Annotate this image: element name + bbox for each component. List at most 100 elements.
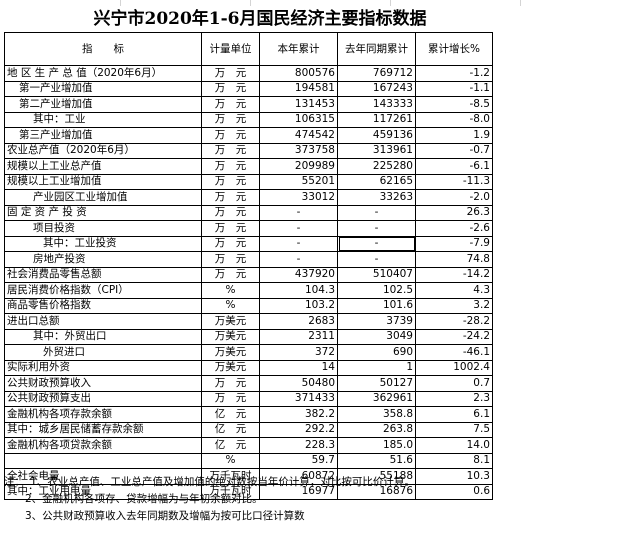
cell-last-year[interactable]: 1 [337,359,416,376]
cell-current[interactable]: 106315 [259,111,338,128]
cell-indicator[interactable]: 其中：工业 [4,111,202,128]
cell-unit[interactable]: 万 元 [201,220,260,237]
cell-indicator[interactable]: 农业总产值（2020年6月） [4,142,202,159]
cell-unit[interactable]: 万 元 [201,127,260,144]
cell-growth[interactable]: -28.2 [415,313,493,330]
cell-unit[interactable]: 亿 元 [201,437,260,454]
cell-last-year[interactable]: 185.0 [337,437,416,454]
cell-unit[interactable]: % [201,452,260,469]
cell-unit[interactable]: 亿 元 [201,421,260,438]
cell-growth[interactable]: 8.1 [415,452,493,469]
cell-unit[interactable]: 亿 元 [201,406,260,423]
cell-last-year[interactable]: - [337,235,416,252]
cell-indicator[interactable]: 进出口总额 [4,313,202,330]
cell-last-year[interactable]: 167243 [337,80,416,97]
header-current[interactable]: 本年累计 [259,32,338,66]
cell-unit[interactable]: % [201,297,260,314]
cell-current[interactable]: 437920 [259,266,338,283]
cell-indicator[interactable]: 其中：外贸出口 [4,328,202,345]
cell-last-year[interactable]: 3739 [337,313,416,330]
cell-unit[interactable]: 万 元 [201,251,260,268]
cell-indicator[interactable]: 产业园区工业增加值 [4,189,202,206]
cell-current[interactable]: 194581 [259,80,338,97]
cell-last-year[interactable]: 3049 [337,328,416,345]
cell-growth[interactable]: -7.9 [415,235,493,252]
cell-unit[interactable]: 万 元 [201,80,260,97]
cell-growth[interactable]: -2.6 [415,220,493,237]
cell-indicator[interactable]: 第三产业增加值 [4,127,202,144]
cell-current[interactable]: - [259,220,338,237]
cell-last-year[interactable]: 51.6 [337,452,416,469]
cell-growth[interactable]: 26.3 [415,204,493,221]
cell-unit[interactable]: 万美元 [201,328,260,345]
header-indicator[interactable]: 指 标 [4,32,202,66]
cell-current[interactable]: 50480 [259,375,338,392]
cell-current[interactable]: 382.2 [259,406,338,423]
cell-indicator[interactable]: 其中：工业投资 [4,235,202,252]
footnote-2[interactable]: 2、金融机构各项存、贷款增幅为与年初余额对比。 [4,491,604,508]
cell-unit[interactable]: 万 元 [201,390,260,407]
cell-last-year[interactable]: 50127 [337,375,416,392]
cell-current[interactable]: - [259,251,338,268]
cell-unit[interactable]: 万 元 [201,65,260,82]
cell-unit[interactable]: 万美元 [201,313,260,330]
cell-unit[interactable]: 万 元 [201,173,260,190]
cell-growth[interactable]: 2.3 [415,390,493,407]
cell-indicator[interactable]: 公共财政预算收入 [4,375,202,392]
cell-unit[interactable]: 万 元 [201,204,260,221]
cell-last-year[interactable]: 143333 [337,96,416,113]
cell-indicator[interactable]: 项目投资 [4,220,202,237]
cell-current[interactable]: 292.2 [259,421,338,438]
sheet-title[interactable]: 兴宁市2020年1-6月国民经济主要指标数据 [0,6,520,32]
cell-growth[interactable]: -1.1 [415,80,493,97]
cell-growth[interactable]: 4.3 [415,282,493,299]
cell-growth[interactable]: -2.0 [415,189,493,206]
cell-growth[interactable]: -46.1 [415,344,493,361]
cell-last-year[interactable]: 33263 [337,189,416,206]
cell-last-year[interactable]: 358.8 [337,406,416,423]
cell-growth[interactable]: -8.5 [415,96,493,113]
cell-indicator[interactable]: 规模以上工业增加值 [4,173,202,190]
cell-unit[interactable]: 万美元 [201,344,260,361]
cell-growth[interactable]: -1.2 [415,65,493,82]
cell-current[interactable]: 14 [259,359,338,376]
cell-current[interactable]: 800576 [259,65,338,82]
cell-indicator[interactable]: 第一产业增加值 [4,80,202,97]
cell-unit[interactable]: 万 元 [201,375,260,392]
cell-unit[interactable]: % [201,282,260,299]
cell-indicator[interactable]: 房地产投资 [4,251,202,268]
cell-growth[interactable]: 14.0 [415,437,493,454]
cell-growth[interactable]: -8.0 [415,111,493,128]
cell-last-year[interactable]: 263.8 [337,421,416,438]
footnote-3[interactable]: 3、公共财政预算收入去年同期数及增幅为按可比口径计算数 [4,508,604,525]
cell-unit[interactable]: 万 元 [201,266,260,283]
cell-indicator[interactable]: 居民消费价格指数（CPI） [4,282,202,299]
cell-indicator[interactable]: 地 区 生 产 总 值（2020年6月） [4,65,202,82]
cell-current[interactable]: 131453 [259,96,338,113]
cell-indicator[interactable]: 金融机构各项存款余额 [4,406,202,423]
cell-current[interactable]: 59.7 [259,452,338,469]
cell-last-year[interactable]: 102.5 [337,282,416,299]
cell-unit[interactable]: 万 元 [201,111,260,128]
cell-indicator[interactable]: 公共财政预算支出 [4,390,202,407]
cell-unit[interactable]: 万美元 [201,359,260,376]
cell-indicator[interactable]: 固 定 资 产 投 资 [4,204,202,221]
cell-current[interactable]: - [259,235,338,252]
cell-current[interactable]: 104.3 [259,282,338,299]
cell-current[interactable]: 373758 [259,142,338,159]
cell-indicator[interactable]: 实际利用外资 [4,359,202,376]
cell-last-year[interactable]: 459136 [337,127,416,144]
cell-current[interactable]: 228.3 [259,437,338,454]
cell-last-year[interactable]: 117261 [337,111,416,128]
cell-growth[interactable]: 7.5 [415,421,493,438]
cell-indicator[interactable]: 其中：城乡居民储蓄存款余额 [4,421,202,438]
cell-current[interactable]: 372 [259,344,338,361]
cell-current[interactable]: 2311 [259,328,338,345]
cell-growth[interactable]: 1.9 [415,127,493,144]
header-unit[interactable]: 计量单位 [201,32,260,66]
cell-indicator[interactable]: 第二产业增加值 [4,96,202,113]
cell-current[interactable]: 371433 [259,390,338,407]
header-growth[interactable]: 累计增长% [415,32,493,66]
cell-current[interactable]: 2683 [259,313,338,330]
cell-indicator[interactable]: 商品零售价格指数 [4,297,202,314]
